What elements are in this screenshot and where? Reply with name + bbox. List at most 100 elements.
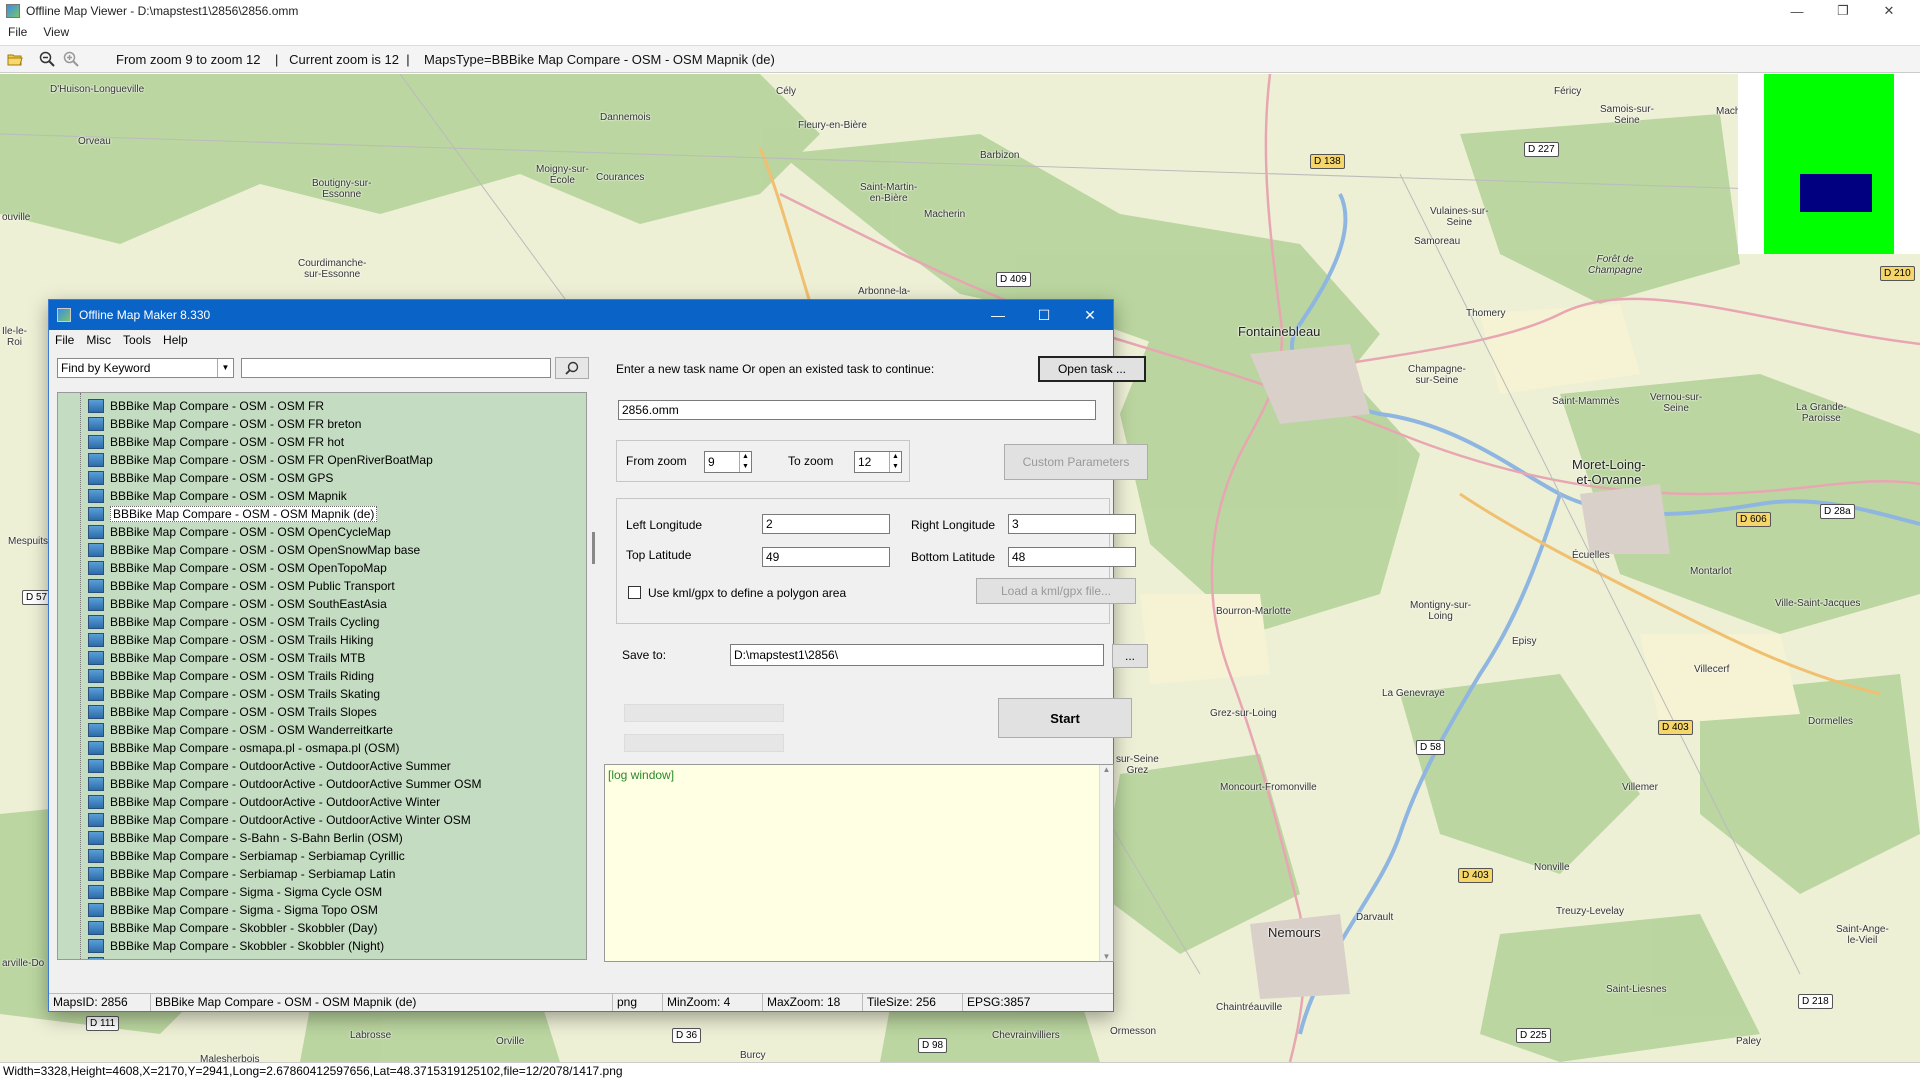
dialog-menu-help[interactable]: Help (157, 333, 194, 347)
map-tile-icon (88, 651, 104, 665)
dialog-menu-misc[interactable]: Misc (80, 333, 117, 347)
to-zoom-spinner[interactable]: 12 ▲ ▼ (854, 451, 902, 473)
map-place-label: Malesherbois (200, 1054, 260, 1062)
map-list-item[interactable]: BBBike Map Compare - OutdoorActive - Out… (58, 775, 481, 793)
map-list-item[interactable]: BBBike Map Compare - OSM - OSM Wanderrei… (58, 721, 393, 739)
map-list-item[interactable]: BBBike Map Compare - OSM - OSM OpenTopoM… (58, 559, 387, 577)
map-list-item[interactable]: BBBike Map Compare - OSM - OSM Trails Hi… (58, 631, 373, 649)
start-button[interactable]: Start (998, 698, 1132, 738)
zoom-out-icon[interactable] (38, 50, 56, 68)
map-list-item[interactable]: BBBike Map Compare - OSM - OSM OpenCycle… (58, 523, 391, 541)
spinner-arrows-icon[interactable]: ▲ ▼ (739, 452, 751, 472)
tree-scrollbar[interactable] (592, 392, 596, 962)
map-tile-icon (88, 849, 104, 863)
map-list-item[interactable]: BBBike Map Compare - osmapa.pl - osmapa.… (58, 739, 399, 757)
bottom-latitude-label: Bottom Latitude (911, 550, 996, 564)
map-list-item[interactable]: BBBike Map Compare - OSM - OSM SouthEast… (58, 595, 387, 613)
map-list-item-label: BBBike Map Compare - OSM - OSM OpenTopoM… (110, 561, 387, 575)
map-tile-icon (88, 525, 104, 539)
use-kml-checkbox[interactable] (628, 586, 641, 599)
map-list-item[interactable]: BBBike Map Compare - OSM - OSM Trails Ri… (58, 667, 374, 685)
spinner-arrows-icon[interactable]: ▲ ▼ (889, 452, 901, 472)
map-list-item-label: BBBike Map Compare - Serbiamap - Serbiam… (110, 849, 405, 863)
dialog-maximize-button[interactable]: ☐ (1021, 300, 1067, 330)
status-format: png (613, 994, 663, 1011)
map-tile-icon (88, 399, 104, 413)
log-scrollbar[interactable]: ▲ ▼ (1099, 765, 1113, 961)
map-list-item[interactable]: BBBike Map Compare - Sigma - Sigma Topo … (58, 901, 378, 919)
road-shield: D 138 (1310, 154, 1345, 169)
map-source-tree[interactable]: BBBike Map Compare - OSM - OSM FR BBBike … (57, 392, 587, 960)
map-list-item[interactable]: BBBike Map Compare - Skobbler - Skobbler… (58, 919, 377, 937)
menu-view[interactable]: View (35, 25, 77, 39)
map-list-item[interactable]: BBBike Map Compare - OSM - OSM Mapnik (d… (58, 505, 378, 523)
right-longitude-input[interactable]: 3 (1008, 514, 1136, 534)
map-list-item[interactable]: BBBike Map Compare - Sigma - Sigma Cycle… (58, 883, 382, 901)
log-window[interactable]: [log window] ▲ ▼ (604, 764, 1114, 962)
search-mode-select[interactable]: Find by Keyword ▼ (57, 358, 234, 378)
overview-minimap[interactable] (1738, 74, 1920, 254)
menu-file[interactable]: File (0, 25, 35, 39)
map-list-item[interactable]: BBBike Map Compare - OSM - OSM GPS (58, 469, 333, 487)
map-place-label: Courances (596, 172, 645, 183)
bottom-latitude-input[interactable]: 48 (1008, 547, 1136, 567)
dialog-menu-tools[interactable]: Tools (117, 333, 157, 347)
open-task-button[interactable]: Open task ... (1038, 356, 1146, 382)
map-place-label: Féricy (1554, 86, 1582, 97)
map-list-item[interactable]: BBBike Map Compare - Skobbler - Skobbler… (58, 937, 384, 955)
map-list-item[interactable]: BBBike Map Compare - OutdoorActive - Out… (58, 793, 440, 811)
map-tile-icon (88, 687, 104, 701)
from-zoom-spinner[interactable]: 9 ▲ ▼ (704, 451, 752, 473)
search-button[interactable] (555, 357, 589, 379)
map-list-item[interactable]: BBBike Map Compare - OSM - OSM Mapnik (58, 487, 347, 505)
keyword-search-input[interactable] (241, 358, 551, 378)
dialog-menu-file[interactable]: File (49, 333, 80, 347)
zoom-in-icon[interactable] (62, 50, 80, 68)
map-list-item[interactable]: BBBike Map Compare - OSM - OSM FR hot (58, 433, 344, 451)
task-name-input[interactable]: 2856.omm (618, 400, 1096, 420)
task-prompt-label: Enter a new task name Or open an existed… (616, 362, 935, 376)
map-list-item[interactable]: BBBike Map Compare - Skobbler - Skobbler… (58, 955, 383, 959)
map-list-item[interactable]: BBBike Map Compare - OSM - OSM Trails Sl… (58, 703, 377, 721)
map-list-item[interactable]: BBBike Map Compare - OSM - OSM Trails Cy… (58, 613, 379, 631)
custom-parameters-button[interactable]: Custom Parameters (1004, 444, 1148, 480)
restore-button[interactable]: ❐ (1820, 0, 1866, 22)
dialog-close-button[interactable]: ✕ (1067, 300, 1113, 330)
minimize-button[interactable]: — (1774, 0, 1820, 22)
load-kml-button[interactable]: Load a kml/gpx file... (976, 578, 1136, 604)
map-list-item[interactable]: BBBike Map Compare - OSM - OSM FR (58, 397, 324, 415)
map-list-item[interactable]: BBBike Map Compare - OSM - OSM Public Tr… (58, 577, 395, 595)
top-latitude-input[interactable]: 49 (762, 547, 890, 567)
map-place-label: ouville (2, 212, 31, 223)
map-list-item[interactable]: BBBike Map Compare - OutdoorActive - Out… (58, 757, 451, 775)
window-title: Offline Map Viewer - D:\mapstest1\2856\2… (26, 4, 299, 18)
map-place-label: Grez-sur-Loing (1210, 708, 1277, 719)
dialog-minimize-button[interactable]: — (975, 300, 1021, 330)
minimap-area (1764, 74, 1894, 254)
map-place-label: Samois-sur- Seine (1600, 104, 1654, 126)
minimap-viewport[interactable] (1800, 174, 1872, 212)
map-list-item-label: BBBike Map Compare - OSM - OSM Trails Sk… (110, 687, 381, 701)
map-tile-icon (88, 471, 104, 485)
chevron-down-icon[interactable]: ▼ (217, 359, 233, 377)
map-list-item[interactable]: BBBike Map Compare - S-Bahn - S-Bahn Ber… (58, 829, 403, 847)
left-longitude-input[interactable]: 2 (762, 514, 890, 534)
map-tile-icon (88, 579, 104, 593)
tree-scrollbar-thumb[interactable] (592, 532, 595, 564)
browse-folder-button[interactable]: ... (1112, 644, 1148, 668)
map-list-item[interactable]: BBBike Map Compare - OSM - OSM OpenSnowM… (58, 541, 420, 559)
map-list-item[interactable]: BBBike Map Compare - OSM - OSM FR OpenRi… (58, 451, 433, 469)
dialog-title: Offline Map Maker 8.330 (79, 308, 211, 322)
from-zoom-value: 9 (708, 455, 715, 469)
map-list-item[interactable]: BBBike Map Compare - OutdoorActive - Out… (58, 811, 471, 829)
map-place-label: Thomery (1466, 308, 1506, 319)
status-epsg: EPSG:3857 (967, 995, 1031, 1009)
map-list-item[interactable]: BBBike Map Compare - OSM - OSM Trails MT… (58, 649, 365, 667)
map-list-item[interactable]: BBBike Map Compare - Serbiamap - Serbiam… (58, 847, 405, 865)
map-list-item[interactable]: BBBike Map Compare - Serbiamap - Serbiam… (58, 865, 395, 883)
map-list-item[interactable]: BBBike Map Compare - OSM - OSM FR breton (58, 415, 361, 433)
open-folder-icon[interactable] (6, 50, 24, 68)
map-list-item[interactable]: BBBike Map Compare - OSM - OSM Trails Sk… (58, 685, 380, 703)
close-button[interactable]: ✕ (1866, 0, 1912, 22)
save-to-input[interactable]: D:\mapstest1\2856\ (730, 644, 1104, 666)
